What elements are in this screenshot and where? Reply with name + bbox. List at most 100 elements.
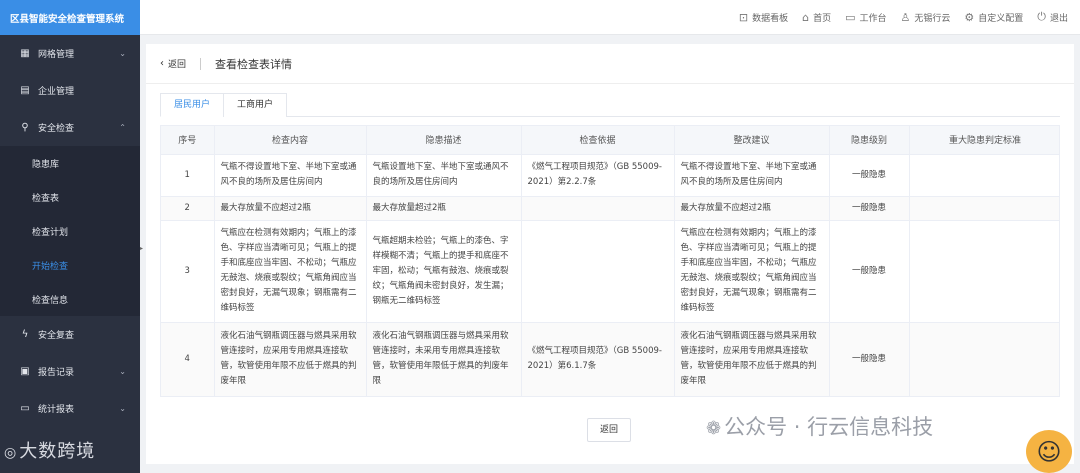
table-cell: 气瓶应在检测有效期内；气瓶上的漆色、字样应当清晰可见；气瓶上的提手和底座应当牢固… xyxy=(674,220,830,323)
wechat-icon: ❁ xyxy=(706,418,722,439)
gear-icon: ⚙ xyxy=(964,10,975,24)
topbar-dashboard-link[interactable]: ⊡ 数据看板 xyxy=(739,11,788,24)
sidebar-item-label: 网格管理 xyxy=(38,50,75,60)
breadcrumb: ‹ 返回 查看检查表详情 xyxy=(146,44,1074,84)
sidebar-item-label: 安全复查 xyxy=(38,331,75,341)
topbar-workbench-link[interactable]: ▭ 工作台 xyxy=(845,11,886,24)
column-header: 检查内容 xyxy=(214,126,367,155)
table-header-row: 序号 检查内容 隐患描述 检查依据 整改建议 隐患级别 重大隐患判定标准 xyxy=(161,126,1059,155)
topbar-link-label: 工作台 xyxy=(859,13,887,24)
table-cell: 3 xyxy=(161,220,215,323)
topbar-home-link[interactable]: ⌂ 首页 xyxy=(802,11,831,24)
grid-icon: ▦ xyxy=(20,48,30,59)
table-cell: 气瓶设置地下室、半地下室或通风不良的场所及居住房间内 xyxy=(366,154,522,197)
sidebar-item-label: 安全检查 xyxy=(38,124,75,134)
table-cell: 一般隐患 xyxy=(829,220,910,323)
sidebar-item-label: 报告记录 xyxy=(38,368,75,378)
watermark-left: ◎ 大数跨境 xyxy=(4,437,95,463)
sidebar-item-checklist[interactable]: 检查表 xyxy=(0,180,140,214)
app-title: 区县智能安全检查管理系统 xyxy=(0,0,140,35)
tab-resident-users[interactable]: 居民用户 xyxy=(160,93,225,117)
sidebar-item-statistics[interactable]: ▭ 统计报表 ⌄ xyxy=(0,390,140,427)
sidebar-item-label: 统计报表 xyxy=(38,405,75,415)
sidebar-item-hazard-library[interactable]: 隐患库 xyxy=(0,146,140,180)
table-cell: 《燃气工程项目规范》（GB 55009-2021）第6.1.7条 xyxy=(521,322,675,396)
main-panel: ‹ 返回 查看检查表详情 居民用户 工商用户 序号 检查内容 隐患描述 检查依据… xyxy=(146,44,1074,464)
topbar-link-label: 首页 xyxy=(813,13,832,24)
safety-check-submenu: 隐患库 检查表 检查计划 开始检查 检查信息 xyxy=(0,146,140,316)
monitor-icon: ▭ xyxy=(20,403,30,414)
chevron-down-icon: ⌄ xyxy=(119,367,126,376)
user-icon: ♙ xyxy=(900,10,911,24)
table-cell: 气瓶不得设置地下室、半地下室或通风不良的场所及居住房间内 xyxy=(214,154,367,197)
dashboard-icon: ⊡ xyxy=(738,10,749,24)
table-cell: 气瓶应在检测有效期内；气瓶上的漆色、字样应当清晰可见；气瓶上的提手和底座应当牢固… xyxy=(214,220,367,323)
sidebar: 区县智能安全检查管理系统 ▦ 网格管理 ⌄ ▤ 企业管理 ⚲ 安全检查 ⌃ 隐患… xyxy=(0,0,140,473)
table-cell: 液化石油气钢瓶调压器与燃具采用软管连接时，未采用专用燃具连接软管，软管使用年限低… xyxy=(366,322,522,396)
table-cell: 气瓶超期未检验；气瓶上的漆色、字样模糊不清；气瓶上的提手和底座不牢固，松动；气瓶… xyxy=(366,220,522,323)
table-cell: 一般隐患 xyxy=(829,322,910,396)
checklist-table-container[interactable]: 序号 检查内容 隐患描述 检查依据 整改建议 隐患级别 重大隐患判定标准 1 气… xyxy=(160,125,1060,397)
power-icon: ⏻ xyxy=(1037,10,1046,23)
table-cell: 《燃气工程项目规范》（GB 55009-2021）第2.2.7条 xyxy=(521,154,675,197)
table-cell xyxy=(909,154,1059,197)
home-icon: ⌂ xyxy=(802,10,810,24)
table-cell: 1 xyxy=(161,154,215,197)
table-cell: 4 xyxy=(161,322,215,396)
table-cell xyxy=(909,196,1059,221)
topbar-link-label: 数据看板 xyxy=(752,13,789,24)
table-cell: 液化石油气钢瓶调压器与燃具采用软管连接时，应采用专用燃具连接软管，软管使用年限不… xyxy=(674,322,830,396)
sidebar-item-check-info[interactable]: 检查信息 xyxy=(0,282,140,316)
collapse-handle[interactable]: ▸ xyxy=(140,245,144,252)
column-header: 隐患级别 xyxy=(829,126,910,155)
table-cell xyxy=(521,196,675,221)
watermark-right: ❁ 公众号 · 行云信息科技 xyxy=(706,411,933,441)
table-row: 4 液化石油气钢瓶调压器与燃具采用软管连接时，应采用专用燃具连接软管，软管使用年… xyxy=(161,322,1059,396)
sidebar-item-report-records[interactable]: ▣ 报告记录 ⌄ xyxy=(0,353,140,390)
desktop-icon: ▭ xyxy=(845,10,856,24)
topbar: ⊡ 数据看板 ⌂ 首页 ▭ 工作台 ♙ 无锡行云 ⚙ 自定义配置 ⏻ 退出 xyxy=(140,0,1080,35)
topbar-logout-link[interactable]: ⏻ 退出 xyxy=(1037,10,1068,24)
topbar-user-link[interactable]: ♙ 无锡行云 xyxy=(901,11,951,24)
table-cell: 一般隐患 xyxy=(829,154,910,197)
table-cell: 液化石油气钢瓶调压器与燃具采用软管连接时，应采用专用燃具连接软管，软管使用年限不… xyxy=(214,322,367,396)
topbar-link-label: 无锡行云 xyxy=(914,13,951,24)
back-button[interactable]: ‹ 返回 xyxy=(160,57,186,70)
topbar-custom-config-link[interactable]: ⚙ 自定义配置 xyxy=(964,11,1023,24)
tab-business-users[interactable]: 工商用户 xyxy=(223,93,288,117)
table-cell: 最大存放量不应超过2瓶 xyxy=(674,196,830,221)
chevron-down-icon: ⌄ xyxy=(119,404,126,413)
page-title: 查看检查表详情 xyxy=(215,57,293,71)
sidebar-item-start-check[interactable]: 开始检查 xyxy=(0,248,140,282)
column-header: 整改建议 xyxy=(674,126,830,155)
column-header: 序号 xyxy=(161,126,215,155)
sidebar-item-check-plan[interactable]: 检查计划 xyxy=(0,214,140,248)
column-header: 隐患描述 xyxy=(366,126,522,155)
chevron-down-icon: ⌄ xyxy=(119,49,126,58)
sidebar-item-safety-check[interactable]: ⚲ 安全检查 ⌃ xyxy=(0,109,140,146)
watermark-left-text: 大数跨境 xyxy=(19,441,96,462)
table-cell xyxy=(909,220,1059,323)
user-type-tabs: 居民用户 工商用户 xyxy=(160,93,1060,117)
watermark-right-text: 公众号 · 行云信息科技 xyxy=(724,415,934,439)
chevron-left-icon: ‹ xyxy=(160,58,164,69)
sidebar-item-enterprise[interactable]: ▤ 企业管理 xyxy=(0,72,140,109)
report-icon: ▣ xyxy=(20,366,30,377)
inspector-icon: ⚲ xyxy=(21,122,29,133)
topbar-link-label: 退出 xyxy=(1049,13,1068,24)
bottom-back-button[interactable]: 返回 xyxy=(587,418,631,442)
table-cell: 一般隐患 xyxy=(829,196,910,221)
table-cell xyxy=(909,322,1059,396)
topbar-link-label: 自定义配置 xyxy=(978,13,1024,24)
table-row: 2 最大存放量不应超过2瓶 最大存放量超过2瓶 最大存放量不应超过2瓶 一般隐患 xyxy=(161,196,1059,221)
table-cell: 最大存放量不应超过2瓶 xyxy=(214,196,367,221)
table-row: 1 气瓶不得设置地下室、半地下室或通风不良的场所及居住房间内 气瓶设置地下室、半… xyxy=(161,154,1059,197)
chevron-up-icon: ⌃ xyxy=(119,123,126,132)
sidebar-item-safety-review[interactable]: ϟ 安全复查 xyxy=(0,316,140,353)
lightning-icon: ϟ xyxy=(21,329,29,340)
sidebar-item-grid[interactable]: ▦ 网格管理 ⌄ xyxy=(0,35,140,72)
column-header: 重大隐患判定标准 xyxy=(909,126,1059,155)
table-row: 3 气瓶应在检测有效期内；气瓶上的漆色、字样应当清晰可见；气瓶上的提手和底座应当… xyxy=(161,220,1059,323)
column-header: 检查依据 xyxy=(521,126,675,155)
mascot-avatar-icon: ☺ xyxy=(1026,430,1072,473)
